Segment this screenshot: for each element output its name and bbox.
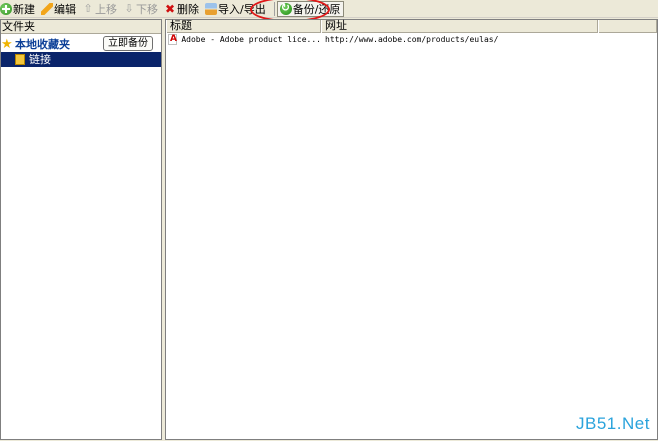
pencil-icon [41, 2, 53, 15]
arrow-down-icon: ⇩ [124, 1, 134, 15]
delete-label: 删除 [177, 2, 199, 16]
arrow-up-icon: ⇧ [83, 1, 93, 15]
column-header-url[interactable]: 网址 [321, 20, 598, 33]
folder-pane: 文件夹 ★ 本地收藏夹 立即备份 链接 [0, 19, 162, 440]
bookmark-title: Adobe - Adobe product lice... [181, 35, 321, 44]
watermark: JB51.Net [576, 414, 650, 433]
list-item[interactable]: Adobe - Adobe product lice... http://www… [166, 33, 657, 46]
add-icon [0, 2, 12, 15]
folder-page-icon [15, 54, 25, 65]
backup-restore-label: 备份/还原 [292, 2, 341, 16]
star-icon: ★ [1, 37, 13, 52]
cell-title: Adobe - Adobe product lice... [166, 34, 321, 45]
toolbar: 新建 编辑 ⇧ 上移 ⇩ 下移 ✖ 删除 导入/导出 备份/还原 [0, 0, 658, 18]
folder-pane-header: 文件夹 [1, 20, 161, 34]
favorites-manager-window: 新建 编辑 ⇧ 上移 ⇩ 下移 ✖ 删除 导入/导出 备份/还原 文件夹 [0, 0, 658, 441]
column-header-title[interactable]: 标题 [166, 20, 321, 33]
toolbar-separator [273, 1, 275, 16]
adobe-favicon-icon [168, 34, 178, 45]
move-up-button[interactable]: ⇧ 上移 [82, 1, 120, 17]
import-export-button[interactable]: 导入/导出 [205, 1, 269, 17]
tree-item-label: 链接 [29, 53, 51, 66]
delete-button[interactable]: ✖ 删除 [164, 1, 202, 17]
backup-restore-button[interactable]: 备份/还原 [276, 0, 345, 17]
new-label: 新建 [13, 2, 35, 16]
bookmark-list-pane: 标题 网址 Adobe - Adobe product lice... http… [165, 19, 658, 440]
edit-label: 编辑 [54, 2, 76, 16]
move-down-label: 下移 [136, 2, 158, 16]
delete-x-icon: ✖ [164, 1, 176, 16]
edit-button[interactable]: 编辑 [41, 1, 79, 17]
bookmark-url: http://www.adobe.com/products/eulas/ [325, 35, 499, 44]
refresh-icon [279, 1, 292, 15]
import-export-label: 导入/导出 [218, 2, 266, 16]
column-header-empty [598, 20, 657, 33]
move-down-button[interactable]: ⇩ 下移 [123, 1, 161, 17]
tree-item-links[interactable]: 链接 [1, 52, 161, 67]
move-up-label: 上移 [95, 2, 117, 16]
tree-item-label: 本地收藏夹 [15, 38, 70, 51]
list-header: 标题 网址 [166, 20, 657, 33]
import-export-icon [205, 2, 217, 15]
tree-item-local-favorites[interactable]: ★ 本地收藏夹 立即备份 [1, 36, 161, 52]
backup-now-button[interactable]: 立即备份 [103, 36, 153, 51]
new-button[interactable]: 新建 [0, 1, 38, 17]
